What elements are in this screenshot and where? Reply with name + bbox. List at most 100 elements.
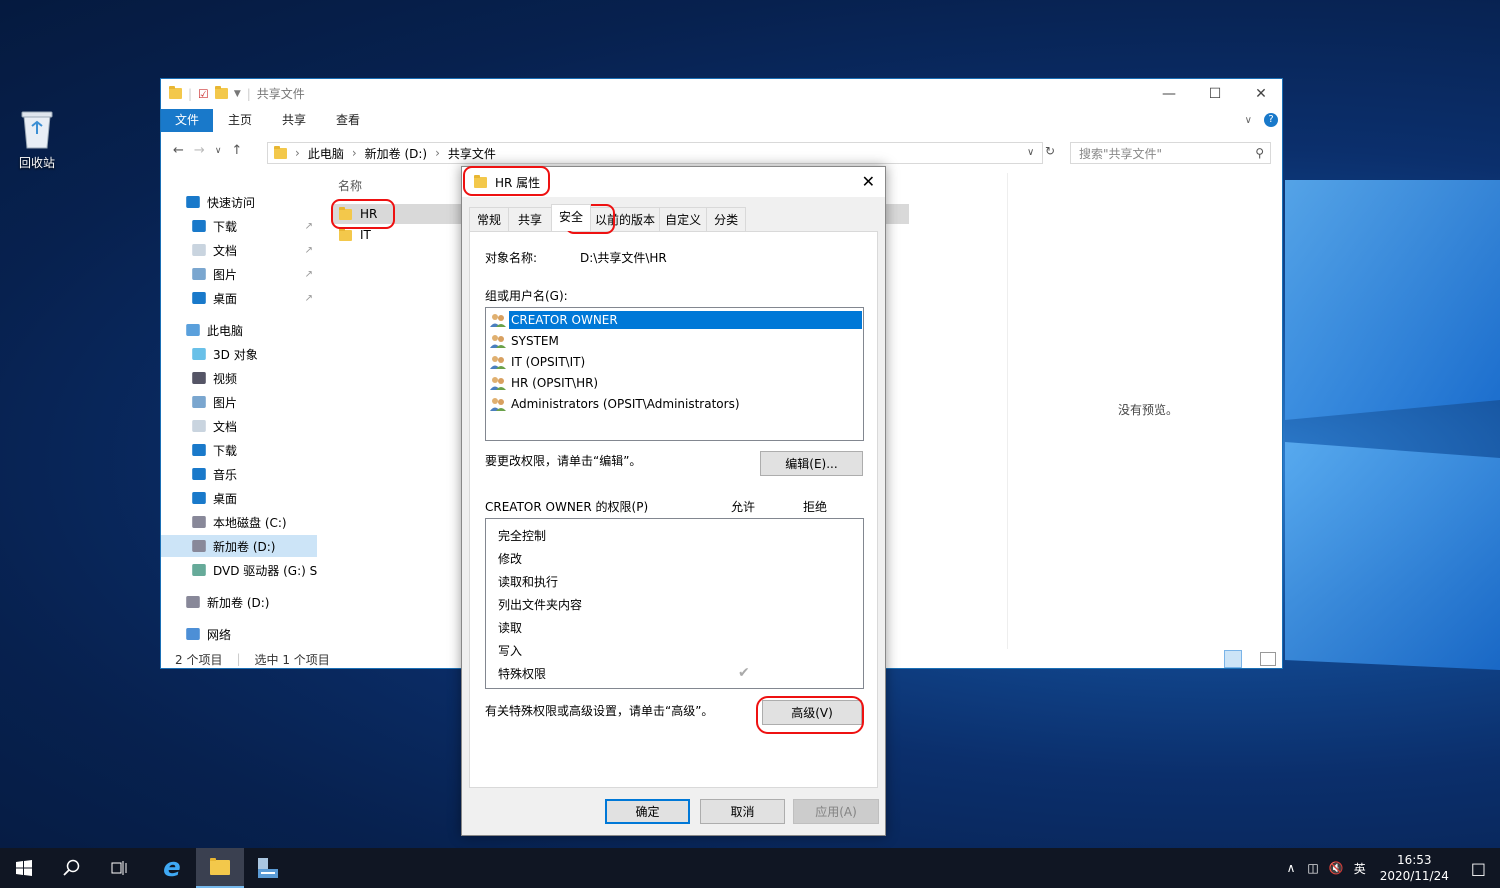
- taskbar-file-explorer[interactable]: [196, 848, 244, 888]
- refresh-icon[interactable]: ↻: [1045, 144, 1055, 158]
- sidebar-item[interactable]: 文档: [161, 415, 317, 437]
- ribbon-tab-home[interactable]: 主页: [213, 109, 267, 132]
- address-bar[interactable]: › 此电脑 › 新加卷 (D:) › 共享文件: [267, 142, 1043, 164]
- dialog-close-icon[interactable]: ✕: [862, 172, 875, 191]
- user-list-item[interactable]: Administrators (OPSIT\Administrators): [489, 393, 862, 414]
- start-button[interactable]: [0, 848, 48, 888]
- sidebar-item[interactable]: 视频: [161, 367, 317, 389]
- allow-column-header: 允许: [731, 500, 756, 514]
- tab-general[interactable]: 常规: [469, 207, 510, 231]
- recent-locations-icon[interactable]: ∨: [215, 143, 222, 159]
- close-button[interactable]: ✕: [1238, 79, 1284, 109]
- task-view-button[interactable]: [96, 848, 144, 888]
- sidebar-item[interactable]: 此电脑: [161, 319, 317, 341]
- sidebar-item[interactable]: 3D 对象: [161, 343, 317, 365]
- cancel-button[interactable]: 取消: [700, 799, 785, 824]
- user-list-item[interactable]: HR (OPSIT\HR): [489, 372, 862, 393]
- sidebar-item-label: 桌面: [213, 491, 238, 506]
- explorer-titlebar: | ☑ ▼ | 共享文件 — ☐ ✕: [161, 79, 1282, 109]
- input-method-indicator[interactable]: 英: [1354, 860, 1366, 877]
- permission-row: 写入: [498, 644, 523, 658]
- breadcrumb-drive[interactable]: 新加卷 (D:): [365, 145, 427, 162]
- sidebar-item[interactable]: 新加卷 (D:): [161, 535, 317, 557]
- ok-button[interactable]: 确定: [605, 799, 690, 824]
- search-button[interactable]: [48, 848, 96, 888]
- user-list-item-label: SYSTEM: [511, 333, 559, 348]
- sidebar-item[interactable]: 快速访问: [161, 191, 317, 213]
- user-list-item[interactable]: IT (OPSIT\IT): [489, 351, 862, 372]
- chevron-down-icon[interactable]: ▼: [234, 89, 241, 99]
- column-header-name[interactable]: 名称: [338, 177, 362, 194]
- properties-icon[interactable]: ☑: [198, 87, 209, 101]
- desktop-icon: [192, 492, 206, 504]
- sidebar-item-label: 图片: [213, 267, 238, 282]
- search-icon: ⚲: [1255, 146, 1264, 160]
- object-name-value: D:\共享文件\HR: [580, 251, 667, 265]
- sidebar-item-label: 新加卷 (D:): [207, 595, 270, 610]
- sidebar-item-label: 文档: [213, 243, 238, 258]
- recycle-bin[interactable]: 回收站: [10, 108, 64, 171]
- show-hidden-icons-icon[interactable]: ∧: [1287, 861, 1296, 875]
- tab-sharing[interactable]: 共享: [508, 207, 553, 231]
- network-icon: [186, 628, 200, 640]
- maximize-button[interactable]: ☐: [1192, 79, 1238, 109]
- user-list-item[interactable]: SYSTEM: [489, 330, 862, 351]
- breadcrumb-this-pc[interactable]: 此电脑: [308, 145, 344, 162]
- details-view-icon[interactable]: [1224, 650, 1242, 668]
- minimize-button[interactable]: —: [1146, 79, 1192, 109]
- user-list-item[interactable]: CREATOR OWNER: [489, 309, 862, 330]
- preview-message: 没有预览。: [1118, 403, 1179, 417]
- taskbar-internet-explorer[interactable]: e: [148, 848, 196, 888]
- groups-label: 组或用户名(G):: [485, 289, 568, 303]
- sidebar-item[interactable]: 下载: [161, 439, 317, 461]
- file-explorer-icon: [210, 857, 230, 875]
- sidebar-item[interactable]: 本地磁盘 (C:): [161, 511, 317, 533]
- taskbar-server-manager[interactable]: [244, 848, 292, 888]
- volume-muted-icon[interactable]: 🔇: [1329, 861, 1344, 875]
- edit-button[interactable]: 编辑(E)...: [760, 451, 863, 476]
- ribbon-tabs: 文件 主页 共享 查看 ∨ ?: [161, 109, 1282, 132]
- forward-icon[interactable]: →: [194, 143, 205, 159]
- back-icon[interactable]: ←: [173, 143, 184, 159]
- up-icon[interactable]: ↑: [231, 143, 242, 159]
- sidebar-item[interactable]: 桌面 ↗: [161, 287, 317, 309]
- download-icon: [192, 444, 206, 456]
- users-listbox[interactable]: CREATOR OWNER SYSTEM IT (OPSIT\IT) HR (OPSI…: [485, 307, 864, 441]
- sidebar-item[interactable]: 文档 ↗: [161, 239, 317, 261]
- pin-icon: ↗: [304, 220, 313, 232]
- notification-center-icon[interactable]: □: [1471, 859, 1486, 878]
- tab-classification[interactable]: 分类: [706, 207, 747, 231]
- status-item-count: 2 个项目: [175, 652, 223, 667]
- apply-button[interactable]: 应用(A): [793, 799, 879, 824]
- ribbon-tab-file[interactable]: 文件: [161, 109, 214, 132]
- ribbon-expand-icon[interactable]: ∨: [1245, 109, 1252, 132]
- drive-icon: [192, 540, 206, 552]
- deny-column-header: 拒绝: [803, 500, 828, 514]
- sidebar-item[interactable]: 图片 ↗: [161, 263, 317, 285]
- ribbon-tab-share[interactable]: 共享: [267, 109, 321, 132]
- task-view-icon: [111, 861, 127, 875]
- sidebar-item-label: 文档: [213, 419, 238, 434]
- clock[interactable]: 16:53 2020/11/24: [1380, 852, 1449, 884]
- sidebar-item[interactable]: DVD 驱动器 (G:) S: [161, 559, 317, 581]
- sidebar-item[interactable]: 下载 ↗: [161, 215, 317, 237]
- highlight-ring-dialog-title: [463, 166, 550, 196]
- large-icons-view-icon[interactable]: [1260, 652, 1276, 666]
- search-input[interactable]: 搜索"共享文件" ⚲: [1070, 142, 1271, 164]
- ribbon-tab-view[interactable]: 查看: [321, 109, 375, 132]
- sidebar-item[interactable]: 图片: [161, 391, 317, 413]
- sidebar-item[interactable]: 网络: [161, 623, 317, 645]
- permission-row: 读取和执行: [498, 575, 559, 589]
- computer-icon: [186, 324, 200, 336]
- new-folder-icon[interactable]: [214, 86, 228, 99]
- help-icon[interactable]: ?: [1264, 113, 1278, 127]
- window-title: 共享文件: [256, 87, 305, 101]
- sidebar-item[interactable]: 新加卷 (D:): [161, 591, 317, 613]
- breadcrumb-folder[interactable]: 共享文件: [448, 145, 496, 162]
- tab-security[interactable]: 安全: [551, 204, 592, 231]
- sidebar-item[interactable]: 音乐: [161, 463, 317, 485]
- sidebar-item[interactable]: 桌面: [161, 487, 317, 509]
- address-dropdown-icon[interactable]: ∨: [1027, 147, 1034, 158]
- network-status-icon[interactable]: ◫: [1307, 861, 1318, 875]
- tab-customize[interactable]: 自定义: [659, 207, 708, 231]
